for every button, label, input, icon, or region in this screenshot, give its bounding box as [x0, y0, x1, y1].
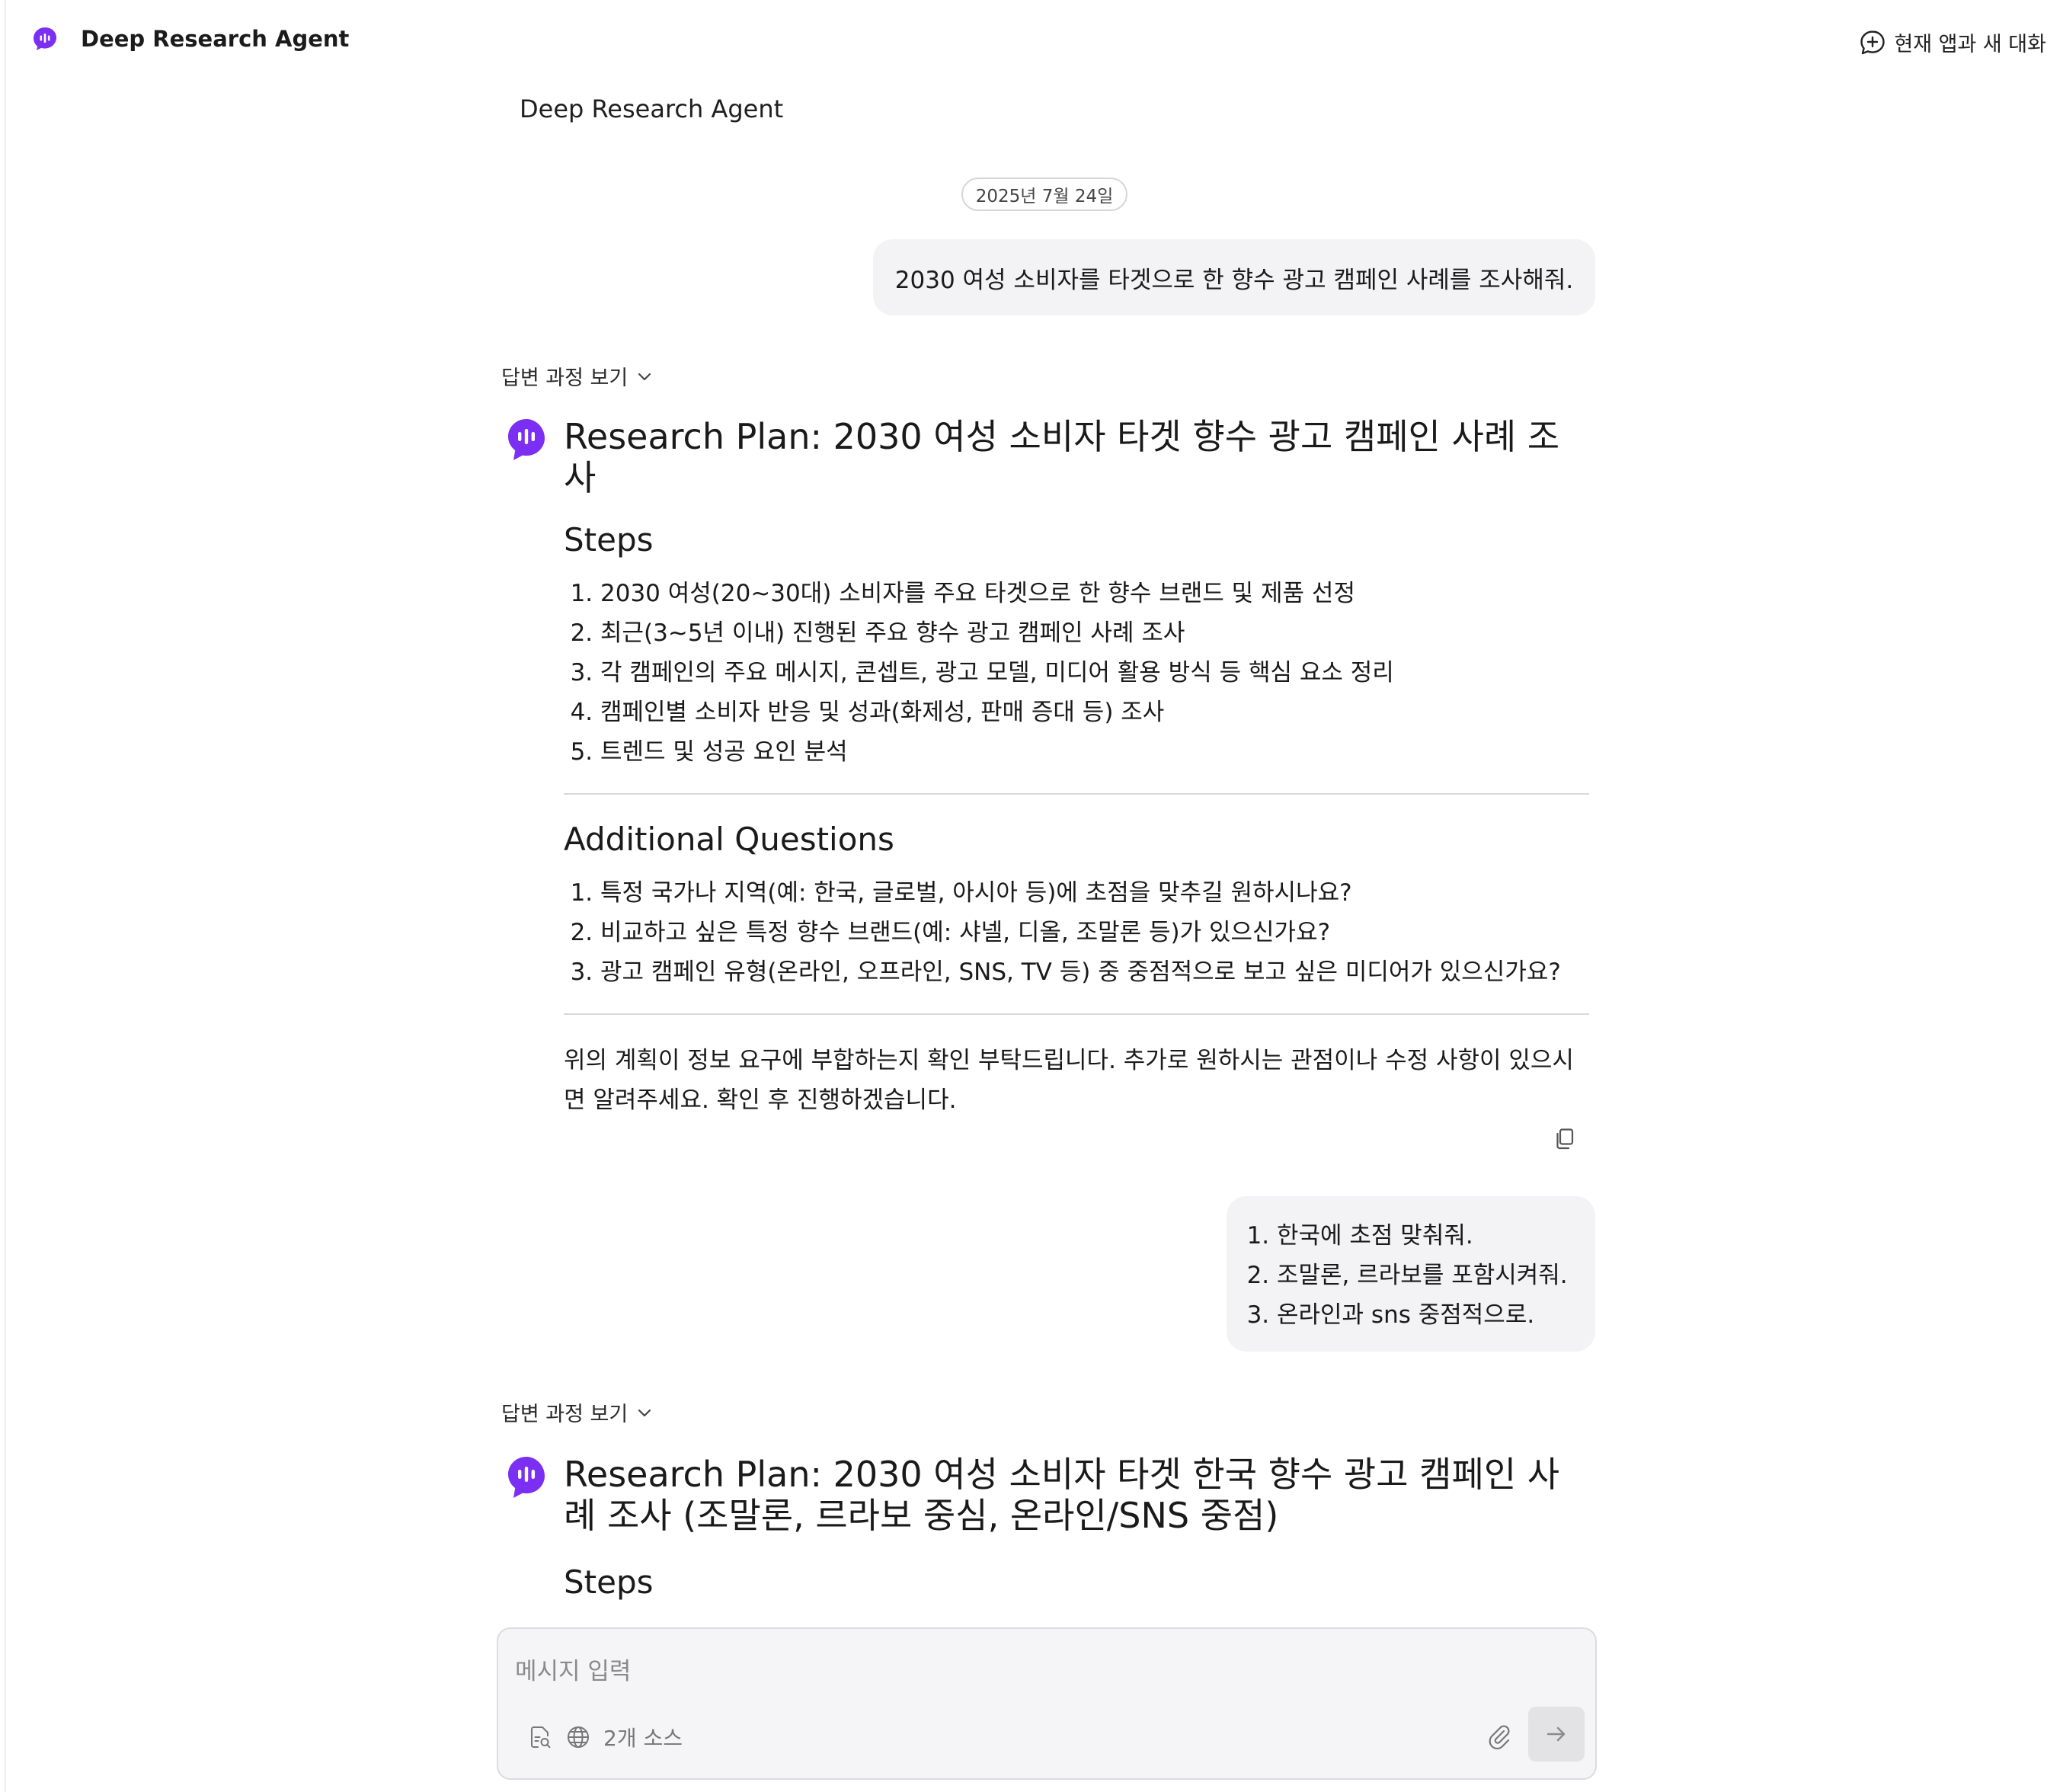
agent-avatar-icon: [508, 1457, 545, 1498]
closing-text: 위의 계획이 정보 요구에 부합하는지 확인 부탁드립니다. 추가로 원하시는 …: [564, 1047, 1574, 1114]
agent-answer: Research Plan: 2030 여성 소비자 타겟 향수 광고 캠페인 …: [564, 416, 1589, 1120]
user-message: 한국에 초점 맞춰줘. 조말론, 르라보를 포함시켜줘. 온라인과 sns 중점…: [1227, 1196, 1595, 1352]
list-item: 각 캠페인의 주요 메시지, 콘셉트, 광고 모델, 미디어 활용 방식 등 핵…: [600, 653, 1589, 693]
paperclip-icon[interactable]: [1486, 1722, 1511, 1751]
sources-count-label[interactable]: 2개 소스: [603, 1722, 683, 1752]
show-answer-process-toggle[interactable]: 답변 과정 보기: [501, 361, 652, 391]
list-item: 최근(3~5년 이내) 진행된 주요 향수 광고 캠페인 사례 조사: [600, 613, 1589, 653]
globe-icon[interactable]: [565, 1724, 591, 1750]
steps-heading: Steps: [564, 1563, 654, 1601]
list-item: 2030 여성(20~30대) 소비자를 주요 타겟으로 한 향수 브랜드 및 …: [600, 574, 1589, 613]
chat-bubble-waveform-icon: [34, 27, 56, 50]
date-separator: 2025년 7월 24일: [961, 178, 1127, 211]
agent-avatar-icon: [508, 419, 545, 460]
additional-questions-heading: Additional Questions: [564, 821, 894, 858]
plan-title: Research Plan: 2030 여성 소비자 타겟 한국 향수 광고 캠…: [564, 1454, 1560, 1536]
user-message-text: 2030 여성 소비자를 타겟으로 한 향수 광고 캠페인 사례를 조사해줘.: [894, 266, 1574, 294]
composer-tools: 2개 소스: [527, 1722, 683, 1752]
brand: Deep Research Agent: [32, 26, 349, 52]
send-button[interactable]: [1528, 1707, 1585, 1762]
list-item: 한국에 초점 맞춰줘.: [1277, 1216, 1595, 1256]
arrow-right-icon: [1546, 1726, 1566, 1742]
agent-answer: Research Plan: 2030 여성 소비자 타겟 한국 향수 광고 캠…: [564, 1454, 1589, 1601]
app-name: Deep Research Agent: [81, 26, 350, 52]
chevron-down-icon: [638, 373, 651, 380]
new-chat-button[interactable]: 현재 앱과 새 대화: [1859, 27, 2046, 57]
agent-label: Deep Research Agent: [520, 94, 784, 123]
process-toggle-label: 답변 과정 보기: [501, 1403, 628, 1426]
list-item: 조말론, 르라보를 포함시켜줘.: [1277, 1256, 1595, 1295]
questions-list: 특정 국가나 지역(예: 한국, 글로벌, 아시아 등)에 초점을 맞추길 원하…: [564, 873, 1589, 992]
list-item: 캠페인별 소비자 반응 및 성과(화제성, 판매 증대 등) 조사: [600, 693, 1589, 732]
list-item: 트렌드 및 성공 요인 분석: [600, 732, 1589, 772]
chat-plus-icon: [1860, 30, 1885, 54]
chevron-down-icon: [638, 1409, 651, 1416]
show-answer-process-toggle[interactable]: 답변 과정 보기: [501, 1397, 652, 1427]
copy-icon[interactable]: [1554, 1128, 1575, 1150]
process-toggle-label: 답변 과정 보기: [501, 366, 628, 390]
section-divider: [564, 793, 1589, 795]
steps-list: 2030 여성(20~30대) 소비자를 주요 타겟으로 한 향수 브랜드 및 …: [564, 574, 1589, 772]
app-header: Deep Research Agent 현재 앱과 새 대화: [0, 0, 2063, 84]
plan-title: Research Plan: 2030 여성 소비자 타겟 향수 광고 캠페인 …: [564, 416, 1560, 498]
list-item: 비교하고 싶은 특정 향수 브랜드(예: 샤넬, 디올, 조말론 등)가 있으신…: [600, 913, 1589, 952]
user-message: 2030 여성 소비자를 타겟으로 한 향수 광고 캠페인 사례를 조사해줘.: [873, 239, 1595, 315]
list-item: 광고 캠페인 유형(온라인, 오프라인, SNS, TV 등) 중 중점적으로 …: [600, 952, 1589, 992]
list-item: 온라인과 sns 중점적으로.: [1277, 1295, 1595, 1335]
user-message-list: 한국에 초점 맞춰줘. 조말론, 르라보를 포함시켜줘. 온라인과 sns 중점…: [1251, 1216, 1595, 1335]
message-input[interactable]: 메시지 입력: [515, 1652, 631, 1686]
section-divider: [564, 1013, 1589, 1015]
left-edge-divider: [5, 0, 6, 1792]
message-composer: 메시지 입력 2개 소스: [497, 1627, 1597, 1780]
file-search-icon[interactable]: [527, 1724, 553, 1750]
list-item: 특정 국가나 지역(예: 한국, 글로벌, 아시아 등)에 초점을 맞추길 원하…: [600, 873, 1589, 913]
steps-heading: Steps: [564, 521, 654, 558]
new-chat-label: 현재 앱과 새 대화: [1894, 33, 2046, 56]
